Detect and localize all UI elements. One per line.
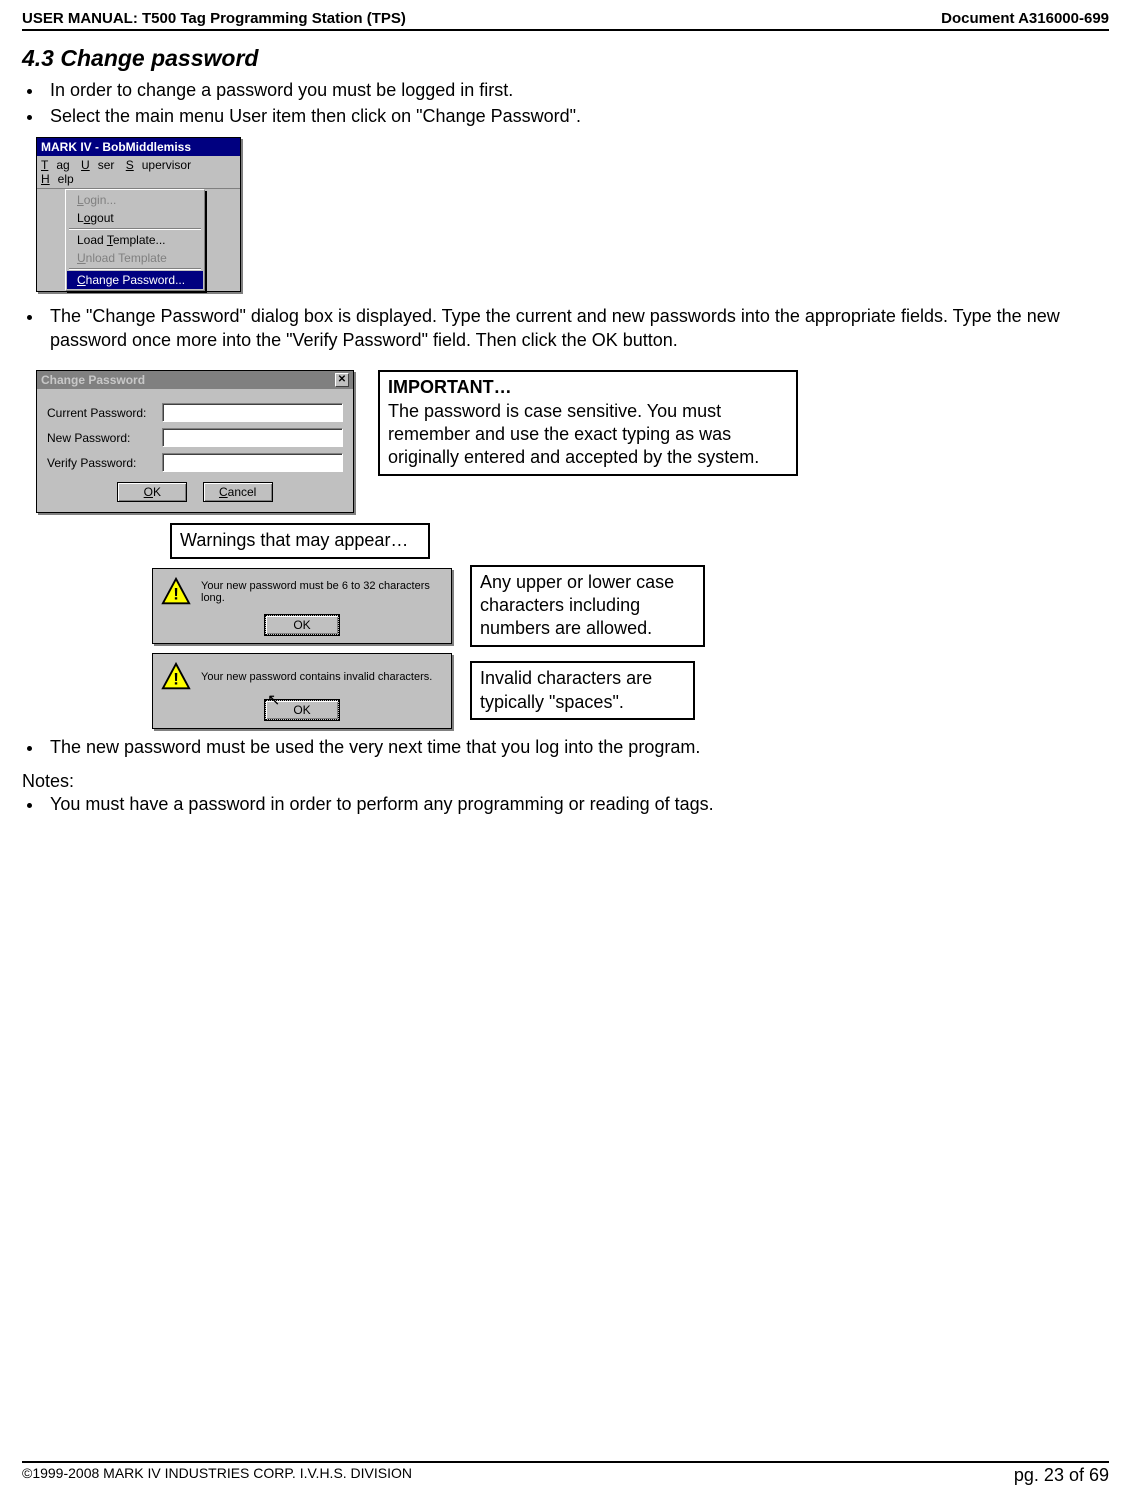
menu-separator [69,268,201,270]
label-verify-password: Verify Password: [47,456,162,470]
menu-item-load-template[interactable]: Load Template... [67,231,203,249]
dialog-title: Change Password [41,373,145,387]
warning-icon: ! [161,577,191,607]
cursor-icon: ↖ [267,690,280,710]
close-icon[interactable]: ✕ [335,373,349,387]
notes-label: Notes: [22,771,1109,792]
svg-text:!: ! [173,584,179,603]
important-heading: IMPORTANT… [388,376,788,399]
user-menu-screenshot: MARK IV - BobMiddlemiss Tag User Supervi… [36,137,241,292]
new-password-input[interactable] [162,428,343,447]
warning-text-length: Your new password must be 6 to 32 charac… [201,580,443,604]
bullet-after-warnings: The new password must be used the very n… [44,735,1109,759]
warning-dialog-length: ! Your new password must be 6 to 32 char… [152,568,452,644]
warnings-label-box: Warnings that may appear… [170,523,430,558]
window-title: MARK IV - BobMiddlemiss [37,138,240,156]
verify-password-input[interactable] [162,453,343,472]
footer-page-number: pg. 23 of 69 [1014,1465,1109,1486]
warning-ok-button[interactable]: OK [265,615,339,635]
header-right: Document A316000-699 [941,10,1109,27]
menu-item-login: Login... [67,191,203,209]
menu-help[interactable]: Help [41,172,74,186]
invalid-chars-note: Invalid characters are typically "spaces… [470,661,695,720]
warning-dialog-invalid: ! Your new password contains invalid cha… [152,653,452,729]
ok-button[interactable]: OK [117,482,187,502]
important-body: The password is case sensitive. You must… [388,400,788,470]
svg-text:!: ! [173,669,179,688]
change-password-dialog: Change Password ✕ Current Password: New … [36,370,354,513]
warning-text-invalid: Your new password contains invalid chara… [201,671,432,683]
menu-item-logout[interactable]: Logout [67,209,203,227]
menu-separator [69,228,201,230]
bullet-top-1: In order to change a password you must b… [44,78,1109,102]
important-box: IMPORTANT… The password is case sensitiv… [378,370,798,476]
allowed-chars-note: Any upper or lower case characters inclu… [470,565,705,647]
user-dropdown: Login... Logout Load Template... Unload … [65,189,205,291]
label-current-password: Current Password: [47,406,162,420]
notes-bullet: You must have a password in order to per… [44,792,1109,816]
header-left: USER MANUAL: T500 Tag Programming Statio… [22,10,406,27]
section-heading: 4.3 Change password [22,45,1109,72]
current-password-input[interactable] [162,403,343,422]
menu-item-unload-template: Unload Template [67,249,203,267]
label-new-password: New Password: [47,431,162,445]
bullet-mid: The "Change Password" dialog box is disp… [44,304,1109,353]
menu-tag[interactable]: Tag [41,158,70,172]
warning-icon: ! [161,662,191,692]
menu-item-change-password[interactable]: Change Password... [67,271,203,289]
menu-user[interactable]: User [81,158,114,172]
cancel-button[interactable]: Cancel [203,482,273,502]
menu-supervisor[interactable]: Supervisor [126,158,191,172]
menubar: Tag User Supervisor Help [37,156,240,189]
footer-left: ©1999-2008 MARK IV INDUSTRIES CORP. I.V.… [22,1465,412,1486]
bullet-top-2: Select the main menu User item then clic… [44,104,1109,128]
